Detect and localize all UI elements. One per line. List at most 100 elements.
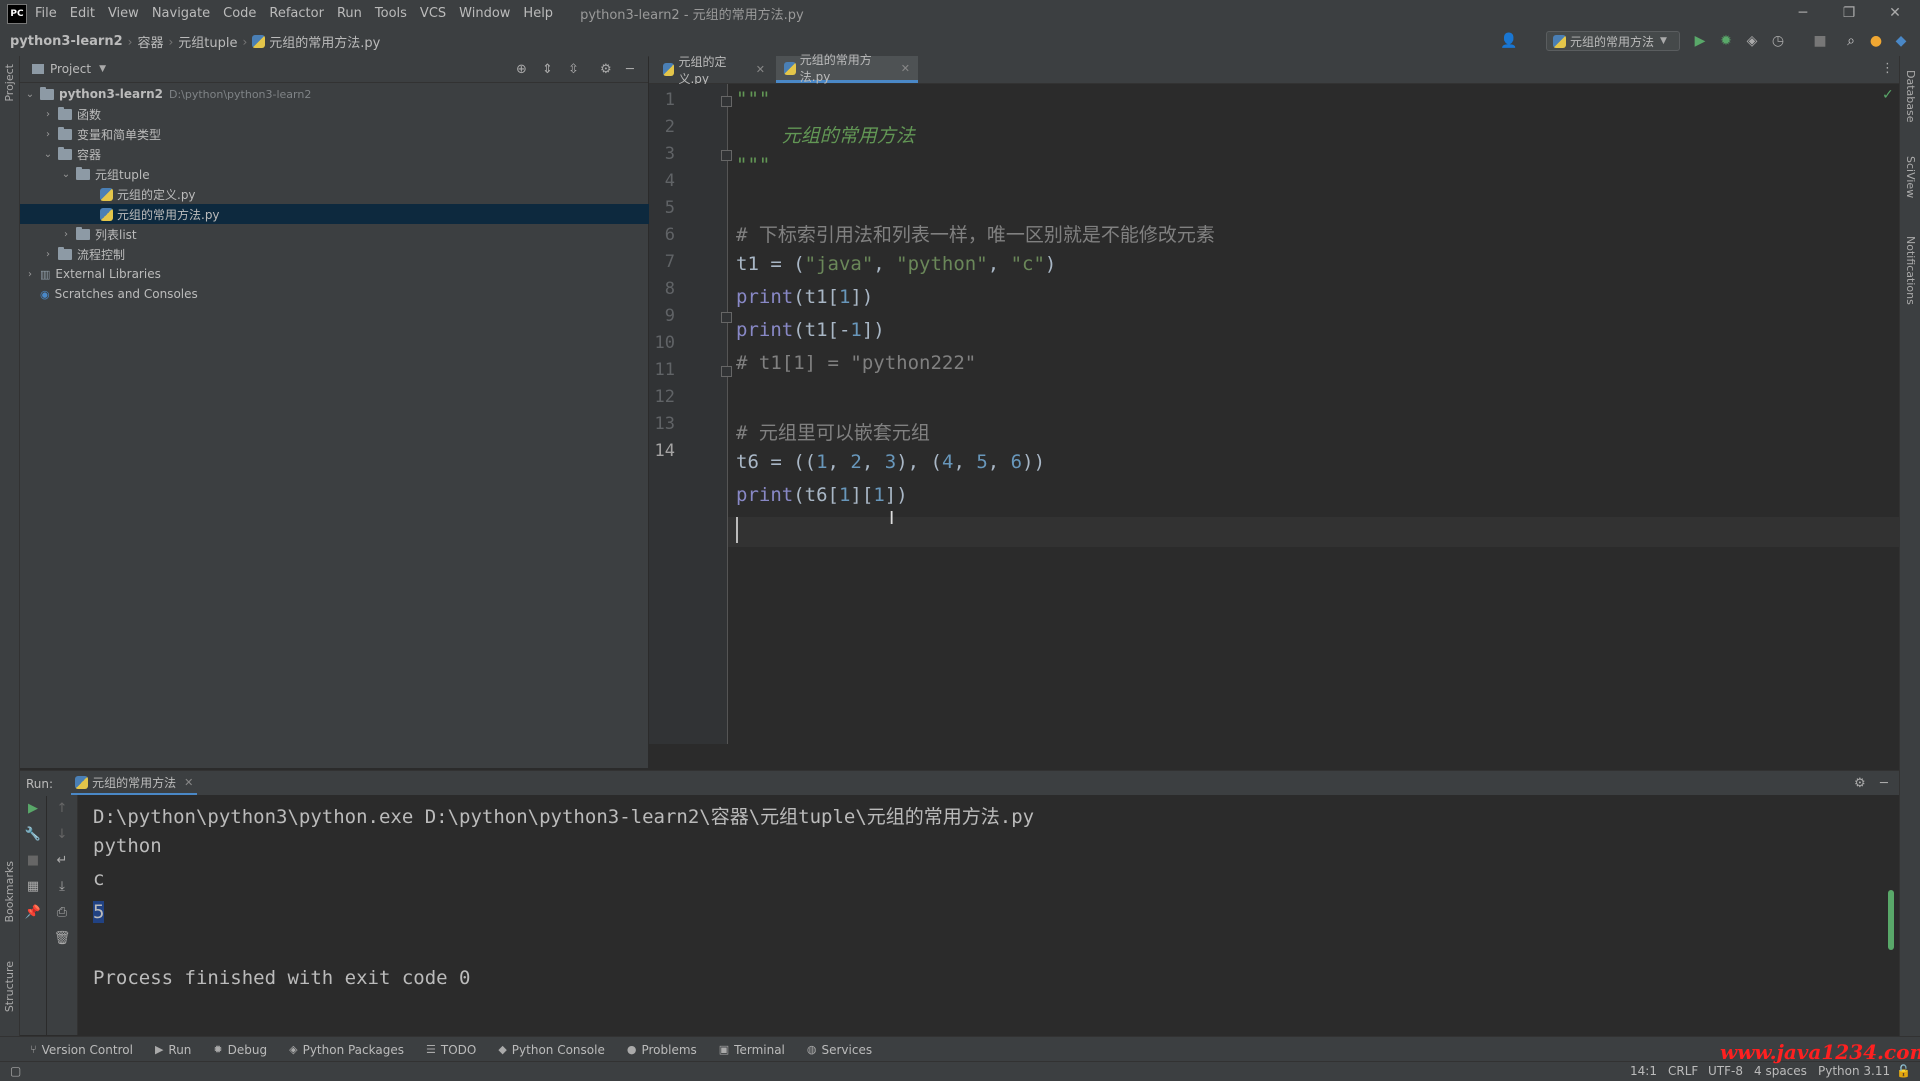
tree-item-folder[interactable]: › 流程控制	[20, 244, 670, 264]
menu-tools[interactable]: Tools	[375, 6, 407, 21]
tab-run[interactable]: ▶ Run	[155, 1043, 191, 1057]
rerun-icon[interactable]: ▶	[20, 801, 46, 816]
chevron-down-icon[interactable]: ⌄	[42, 149, 54, 160]
chevron-down-icon[interactable]: ⌄	[24, 89, 36, 100]
chevron-down-icon[interactable]: ▼	[99, 64, 106, 74]
run-config-dropdown[interactable]: 元组的常用方法 ▼	[1546, 31, 1680, 51]
locate-icon[interactable]: ⊕	[516, 62, 527, 77]
tab-tuple-methods[interactable]: 元组的常用方法.py ✕	[776, 53, 918, 84]
arrow-down-icon[interactable]: ↓	[47, 827, 77, 842]
tree-item-folder[interactable]: › 函数	[20, 104, 670, 124]
tree-item-project-root[interactable]: ⌄ python3-learn2 D:\python\python3-learn…	[20, 84, 652, 104]
tree-item-file[interactable]: 元组的定义.py	[20, 184, 728, 204]
trash-icon[interactable]: 🗑	[47, 931, 77, 946]
menu-help[interactable]: Help	[523, 6, 553, 21]
tab-python-console[interactable]: ◆ Python Console	[498, 1043, 605, 1057]
collapse-all-icon[interactable]: ⇳	[568, 62, 579, 77]
tree-item-file-selected[interactable]: 元组的常用方法.py	[20, 204, 728, 224]
tab-todo[interactable]: ☰ TODO	[426, 1043, 476, 1057]
tab-tuple-definition[interactable]: 元组的定义.py ✕	[655, 55, 773, 86]
menu-view[interactable]: View	[108, 6, 139, 21]
menu-vcs[interactable]: VCS	[420, 6, 446, 21]
debug-icon[interactable]: ✹	[1718, 33, 1734, 49]
plugins-icon[interactable]: ◆	[1893, 33, 1909, 49]
hide-panel-icon[interactable]: ─	[1880, 776, 1888, 791]
layout-icon[interactable]: ▦	[20, 879, 46, 894]
tab-debug[interactable]: ✹ Debug	[213, 1043, 267, 1057]
project-view-label[interactable]: Project	[50, 62, 91, 76]
breadcrumb-project[interactable]: python3-learn2	[10, 34, 123, 49]
menu-refactor[interactable]: Refactor	[269, 6, 324, 21]
menu-code[interactable]: Code	[223, 6, 256, 21]
tab-services[interactable]: ◍ Services	[807, 1043, 872, 1057]
chevron-down-icon[interactable]: ⌄	[60, 169, 72, 180]
soft-wrap-icon[interactable]: ↵	[47, 853, 77, 868]
database-tool-button[interactable]: Database	[1904, 70, 1917, 123]
stop-icon[interactable]: ■	[20, 853, 46, 868]
breadcrumb-file[interactable]: 元组的常用方法.py	[269, 32, 380, 51]
pycharm-logo-icon[interactable]: PC	[7, 3, 27, 24]
minimize-icon[interactable]: ─	[1780, 0, 1826, 27]
breadcrumb-subfolder[interactable]: 元组tuple	[178, 32, 237, 51]
stop-icon[interactable]: ■	[1812, 33, 1828, 49]
chevron-right-icon[interactable]: ›	[42, 129, 54, 140]
run-console[interactable]	[78, 795, 1899, 1035]
run-icon[interactable]: ▶	[1692, 33, 1708, 49]
close-tab-icon[interactable]: ✕	[184, 776, 193, 789]
expand-all-icon[interactable]: ⇕	[542, 62, 553, 77]
profile-icon[interactable]: ◷	[1770, 33, 1786, 49]
fold-marker-icon[interactable]	[721, 312, 732, 323]
code-editor[interactable]	[728, 84, 1899, 744]
scroll-to-end-icon[interactable]: ⤓	[47, 879, 77, 894]
layout-toggle-icon[interactable]: ▢	[10, 1064, 21, 1078]
user-icon[interactable]: 👤	[1500, 33, 1517, 49]
file-encoding[interactable]: UTF-8	[1708, 1064, 1743, 1078]
menu-edit[interactable]: Edit	[70, 6, 95, 21]
hide-panel-icon[interactable]: ─	[626, 62, 634, 77]
more-tabs-icon[interactable]: ⋮	[1881, 61, 1894, 76]
update-icon[interactable]: ●	[1868, 33, 1884, 49]
lock-icon[interactable]: 🔓	[1896, 1064, 1911, 1078]
close-tab-icon[interactable]: ✕	[901, 62, 910, 75]
pin-icon[interactable]: 📌	[20, 905, 46, 920]
menu-window[interactable]: Window	[459, 6, 510, 21]
breadcrumb-folder[interactable]: 容器	[137, 32, 163, 51]
console-scrollbar[interactable]	[1888, 890, 1894, 950]
tree-item-external-libraries[interactable]: › ▥ External Libraries	[20, 264, 652, 284]
python-interpreter[interactable]: Python 3.11	[1818, 1064, 1890, 1078]
restore-icon[interactable]: ❐	[1826, 0, 1872, 27]
fold-marker-icon[interactable]	[721, 366, 732, 377]
tab-problems[interactable]: ● Problems	[627, 1043, 697, 1057]
close-tab-icon[interactable]: ✕	[756, 63, 765, 76]
gear-icon[interactable]: ⚙	[1854, 776, 1866, 791]
inspection-ok-icon[interactable]: ✓	[1882, 87, 1894, 103]
chevron-right-icon[interactable]: ›	[60, 229, 72, 240]
gear-icon[interactable]: ⚙	[600, 62, 612, 77]
run-tab[interactable]: 元组的常用方法 ✕	[71, 771, 198, 796]
tree-item-folder[interactable]: › 列表list	[20, 224, 688, 244]
fold-marker-icon[interactable]	[721, 96, 732, 107]
search-icon[interactable]: ⌕	[1843, 33, 1859, 49]
wrench-icon[interactable]: 🔧	[20, 827, 46, 842]
chevron-right-icon[interactable]: ›	[42, 109, 54, 120]
menu-navigate[interactable]: Navigate	[152, 6, 210, 21]
tree-item-folder[interactable]: ⌄ 容器	[20, 144, 670, 164]
tree-item-scratches[interactable]: ◉ Scratches and Consoles	[20, 284, 668, 304]
indent-setting[interactable]: 4 spaces	[1754, 1064, 1807, 1078]
close-icon[interactable]: ✕	[1872, 0, 1918, 27]
sciview-tool-button[interactable]: SciView	[1904, 156, 1917, 198]
tab-terminal[interactable]: ▣ Terminal	[719, 1043, 785, 1057]
tree-item-folder[interactable]: ⌄ 元组tuple	[20, 164, 688, 184]
tab-python-packages[interactable]: ◈ Python Packages	[289, 1043, 404, 1057]
menu-file[interactable]: File	[35, 6, 57, 21]
line-separator[interactable]: CRLF	[1668, 1064, 1698, 1078]
menu-run[interactable]: Run	[337, 6, 362, 21]
tab-version-control[interactable]: ⑂ Version Control	[30, 1043, 133, 1057]
chevron-right-icon[interactable]: ›	[42, 249, 54, 260]
tree-item-folder[interactable]: › 变量和简单类型	[20, 124, 670, 144]
bookmarks-tool-button[interactable]: Bookmarks	[3, 861, 16, 922]
coverage-icon[interactable]: ◈	[1744, 33, 1760, 49]
notifications-tool-button[interactable]: Notifications	[1904, 236, 1917, 305]
fold-marker-icon[interactable]	[721, 150, 732, 161]
project-tool-button[interactable]: Project	[3, 64, 16, 102]
